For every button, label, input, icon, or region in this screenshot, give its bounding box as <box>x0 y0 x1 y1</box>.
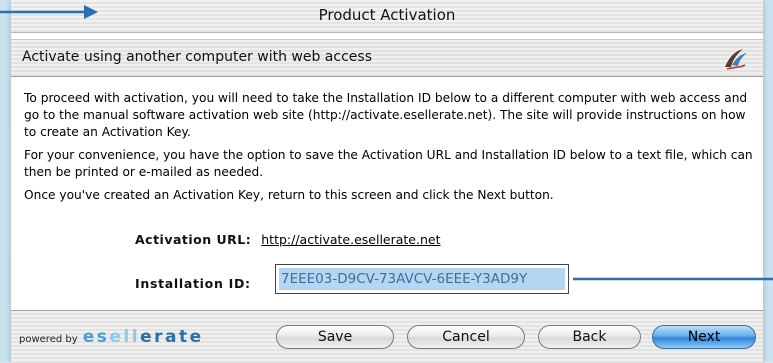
title-bar[interactable]: Product Activation <box>11 0 763 33</box>
activation-dialog: Product Activation Activate using anothe… <box>11 0 763 363</box>
button-bar: powered by esellerate Save Cancel Back N… <box>11 310 763 363</box>
instructions: To proceed with activation, you will nee… <box>24 90 754 210</box>
save-button[interactable]: Save <box>276 325 394 349</box>
cancel-button[interactable]: Cancel <box>407 325 525 349</box>
activation-url-link[interactable]: http://activate.esellerate.net <box>261 232 440 247</box>
powered-by-logo: powered by esellerate <box>19 327 204 347</box>
section-header: Activate using another computer with web… <box>11 39 763 77</box>
installation-id-field[interactable]: 7EEE03-D9CV-73AVCV-6EEE-Y3AD9Y <box>275 264 569 294</box>
esellerate-wordmark: esellerate <box>83 327 204 347</box>
instruction-paragraph-1: To proceed with activation, you will nee… <box>24 91 748 139</box>
instruction-paragraph-3: Once you've created an Activation Key, r… <box>24 188 554 202</box>
activation-url-row: Activation URL: http://activate.esellera… <box>135 232 440 247</box>
activation-url-label: Activation URL: <box>135 232 252 247</box>
powered-by-text: powered by <box>19 334 78 345</box>
installation-id-value[interactable]: 7EEE03-D9CV-73AVCV-6EEE-Y3AD9Y <box>279 268 565 290</box>
window-title: Product Activation <box>318 6 456 24</box>
brand-part-1: es <box>82 327 110 347</box>
annotation-line-icon <box>573 277 773 281</box>
brand-part-2: ell <box>109 327 141 347</box>
esellerate-swoosh-icon <box>725 49 747 70</box>
brand-part-3: erate <box>140 327 204 347</box>
back-button[interactable]: Back <box>538 325 641 349</box>
installation-id-label: Installation ID: <box>135 276 251 291</box>
section-title: Activate using another computer with web… <box>22 49 372 65</box>
next-button[interactable]: Next <box>652 325 756 349</box>
annotation-arrow-icon <box>0 5 98 19</box>
instruction-paragraph-2: For your convenience, you have the optio… <box>24 148 753 179</box>
